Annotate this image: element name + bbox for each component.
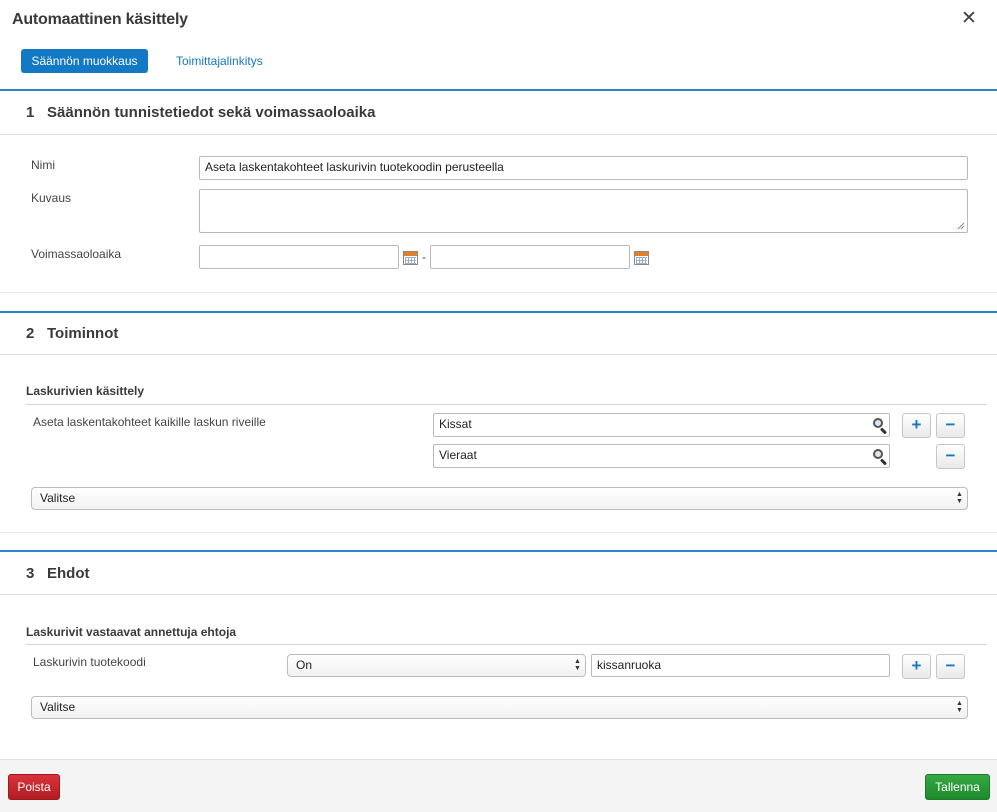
calendar-icon-grid	[405, 257, 416, 264]
dialog-footer	[0, 759, 997, 812]
action-label: Aseta laskentakohteet kaikille laskun ri…	[33, 415, 266, 429]
section-3-divider	[0, 594, 997, 595]
section-1-heading: 1 Säännön tunnistetiedot sekä voimassaolo…	[26, 104, 375, 121]
select-arrows-icon: ▲ ▼	[956, 491, 963, 505]
remove-target-button[interactable]: −	[936, 413, 965, 438]
section-3-number: 3	[26, 565, 35, 582]
action-select[interactable]: Valitse ▲ ▼	[31, 487, 968, 510]
section-2-number: 2	[26, 325, 35, 342]
search-icon[interactable]	[872, 417, 888, 435]
operator-select[interactable]: On ▲ ▼	[287, 654, 586, 677]
validity-label: Voimassaoloaika	[31, 247, 122, 261]
section-3-top-rule	[0, 550, 997, 552]
section-1-number: 1	[26, 104, 35, 121]
condition-label: Laskurivin tuotekoodi	[33, 655, 146, 669]
resize-grip-icon[interactable]	[957, 222, 965, 230]
remove-target-button[interactable]: −	[936, 444, 965, 469]
subheading-rule	[26, 404, 987, 405]
condition-select[interactable]: Valitse ▲ ▼	[31, 696, 968, 719]
calendar-icon-grid	[636, 257, 647, 264]
section-2-title: Toiminnot	[47, 325, 119, 342]
select-arrows-icon: ▲ ▼	[574, 658, 581, 672]
calendar-icon-header	[404, 252, 417, 256]
save-button[interactable]: Tallenna	[925, 774, 990, 800]
section-3-heading: 3 Ehdot	[26, 565, 90, 582]
section-1-top-rule	[0, 89, 997, 91]
calendar-icon-header	[635, 252, 648, 256]
tab-supplier-linking[interactable]: Toimittajalinkitys	[176, 54, 263, 68]
validity-end-field[interactable]	[430, 245, 630, 269]
calendar-icon[interactable]	[403, 251, 418, 265]
section-2-divider	[0, 354, 997, 355]
condition-select-value: Valitse	[40, 700, 76, 714]
close-icon[interactable]: ✕	[961, 9, 977, 28]
remove-condition-button[interactable]: −	[936, 654, 965, 679]
section-2-bottom-rule	[0, 532, 997, 533]
section-1-title: Säännön tunnistetiedot sekä voimassaoloa…	[47, 104, 376, 121]
section-3-title: Ehdot	[47, 565, 90, 582]
name-label: Nimi	[31, 158, 55, 172]
target-field[interactable]: Kissat	[433, 413, 890, 437]
invoice-row-handling-subheading: Laskurivien käsittely	[26, 384, 145, 398]
section-1-bottom-rule	[0, 292, 997, 293]
action-select-value: Valitse	[40, 491, 76, 505]
subheading-rule	[26, 644, 987, 645]
add-condition-button[interactable]: +	[902, 654, 931, 679]
description-label: Kuvaus	[31, 191, 72, 205]
validity-start-field[interactable]	[199, 245, 399, 269]
conditions-subheading: Laskurivit vastaavat annettuja ehtoja	[26, 625, 237, 639]
name-field[interactable]: Aseta laskentakohteet laskurivin tuoteko…	[199, 156, 968, 180]
target-field[interactable]: Vieraat	[433, 444, 890, 468]
section-2-top-rule	[0, 311, 997, 313]
tab-rule-edit[interactable]: Säännön muokkaus	[21, 49, 148, 73]
search-icon[interactable]	[872, 448, 888, 466]
operator-select-value: On	[296, 658, 313, 672]
condition-value-field[interactable]: kissanruoka	[591, 654, 890, 677]
section-2-heading: 2 Toiminnot	[26, 325, 118, 342]
calendar-icon[interactable]	[634, 251, 649, 265]
validity-separator: -	[422, 250, 426, 264]
delete-button[interactable]: Poista	[8, 774, 60, 800]
select-arrows-icon: ▲ ▼	[956, 700, 963, 714]
description-field[interactable]	[199, 189, 968, 233]
add-target-button[interactable]: +	[902, 413, 931, 438]
dialog-title: Automaattinen käsittely	[12, 11, 188, 28]
section-1-divider	[0, 134, 997, 135]
